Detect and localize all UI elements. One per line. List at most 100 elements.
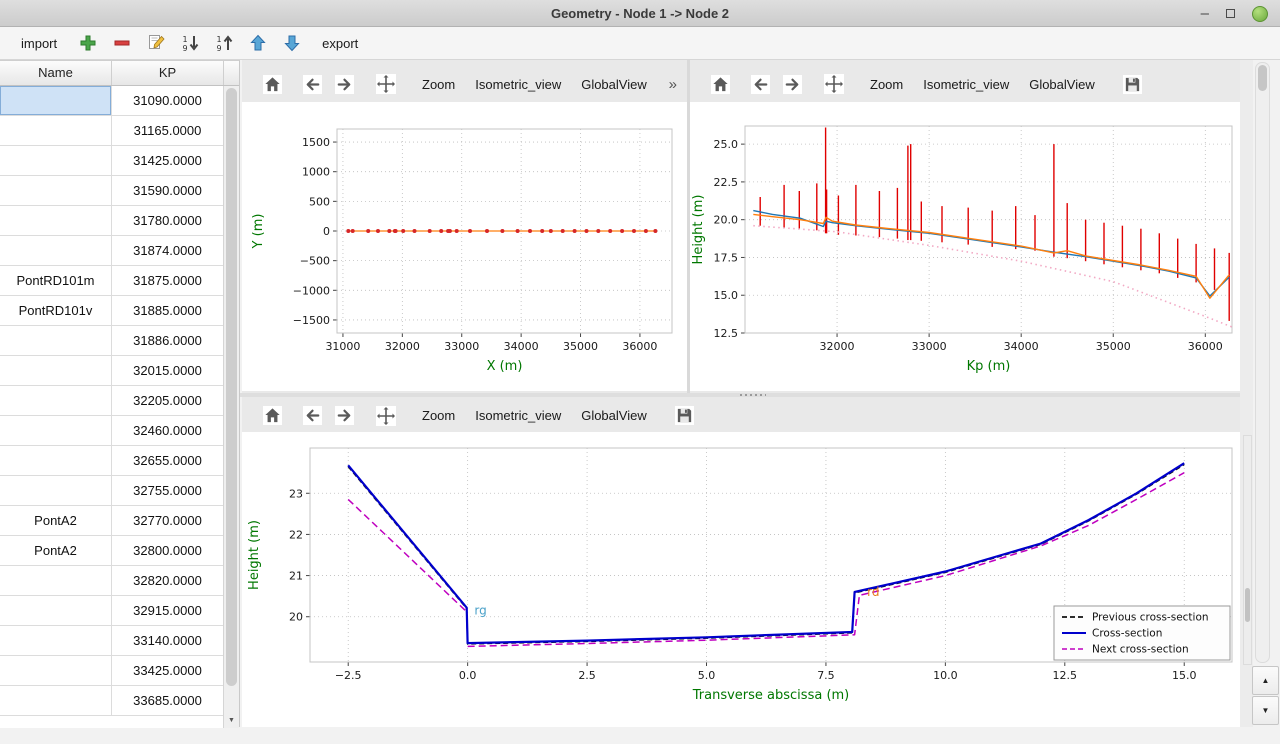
table-cell-kp[interactable]: 32800.0000 [112,536,224,566]
sort-descending-button[interactable]: 1 9 [177,31,202,56]
sort-ascending-button[interactable]: 1 9 [211,31,236,56]
table-cell-kp[interactable]: 32015.0000 [112,356,224,386]
table-cell-name[interactable] [0,326,112,356]
table-cell-name[interactable] [0,146,112,176]
cross-section-chart[interactable]: −2.50.02.55.07.510.012.515.020212223Tran… [242,432,1240,727]
table-cell-kp[interactable]: 31886.0000 [112,326,224,356]
move-down-button[interactable] [279,31,304,56]
profile-pan-button[interactable] [818,70,850,98]
table-cell-kp[interactable]: 32655.0000 [112,446,224,476]
export-button[interactable]: export [313,33,367,54]
table-cell-kp[interactable]: 32460.0000 [112,416,224,446]
close-button[interactable] [1252,6,1268,22]
scroll-up-button[interactable]: ▲ [1252,666,1279,695]
table-cell-name[interactable] [0,566,112,596]
table-cell-kp[interactable]: 32755.0000 [112,476,224,506]
table-cell-kp[interactable]: 33685.0000 [112,686,224,716]
cross-section-toolbar: Zoom Isometric_view GlobalView [242,399,1240,432]
plan-forward-button[interactable] [328,70,360,98]
toolbar-overflow-chevrons[interactable]: » [669,76,681,93]
table-cell-name[interactable] [0,596,112,626]
table-cell-kp[interactable]: 31425.0000 [112,146,224,176]
xsec-isometric-view-button[interactable]: Isometric_view [465,402,571,429]
table-cell-name[interactable] [0,656,112,686]
table-cell-name[interactable]: PontA2 [0,506,112,536]
profile-back-button[interactable] [744,70,776,98]
scroll-down-button[interactable]: ▼ [1252,696,1279,725]
profile-zoom-button[interactable]: Zoom [860,71,913,98]
column-header-name[interactable]: Name [0,61,112,85]
plan-zoom-button[interactable]: Zoom [412,71,465,98]
profile-isometric-view-button[interactable]: Isometric_view [913,71,1019,98]
table-cell-kp[interactable]: 32820.0000 [112,566,224,596]
table-cell-kp[interactable]: 31165.0000 [112,116,224,146]
plan-pan-button[interactable] [370,70,402,98]
table-scroll-down-icon[interactable]: ▼ [224,713,239,727]
bottom-plot-scrollbar-thumb[interactable] [1245,588,1250,622]
profile-view-chart[interactable]: 320003300034000350003600012.515.017.520.… [690,102,1240,391]
plan-home-button[interactable] [256,70,288,98]
table-cell-kp[interactable]: 31885.0000 [112,296,224,326]
table-cell-kp[interactable]: 32915.0000 [112,596,224,626]
bottom-plot-scrollbar[interactable] [1243,435,1252,665]
table-cell-name[interactable] [0,446,112,476]
xsec-pan-button[interactable] [370,402,402,430]
table-cell-kp[interactable]: 31875.0000 [112,266,224,296]
table-cell-kp[interactable]: 31090.0000 [112,86,224,116]
xsec-global-view-button[interactable]: GlobalView [571,402,657,429]
add-row-button[interactable] [75,31,100,56]
xsec-back-button[interactable] [296,402,328,430]
import-button[interactable]: import [12,33,66,54]
table-scrollbar-thumb[interactable] [226,88,237,686]
profile-forward-button[interactable] [776,70,808,98]
table-cell-name[interactable] [0,206,112,236]
table-cell-name[interactable] [0,416,112,446]
svg-text:31000: 31000 [325,340,360,353]
table-cell-name[interactable] [0,626,112,656]
plan-global-view-button[interactable]: GlobalView [571,71,657,98]
svg-text:12.5: 12.5 [1053,669,1078,682]
svg-text:1: 1 [182,35,187,44]
minimize-button[interactable]: – [1201,5,1209,22]
move-up-button[interactable] [245,31,270,56]
table-cell-name[interactable] [0,356,112,386]
svg-text:34000: 34000 [504,340,539,353]
remove-row-button[interactable] [109,31,134,56]
table-row: 31165.0000 [0,116,224,146]
table-cell-name[interactable] [0,176,112,206]
xsec-forward-button[interactable] [328,402,360,430]
restore-button[interactable] [1226,9,1235,18]
table-scrollbar[interactable]: ▼ [223,86,239,728]
table-cell-kp[interactable]: 31590.0000 [112,176,224,206]
table-cell-name[interactable] [0,86,112,116]
plan-view-chart[interactable]: 310003200033000340003500036000−1500−1000… [242,102,687,391]
plan-back-button[interactable] [296,70,328,98]
profile-save-button[interactable] [1117,70,1149,98]
profile-global-view-button[interactable]: GlobalView [1019,71,1105,98]
table-cell-kp[interactable]: 32770.0000 [112,506,224,536]
window-scrollbar[interactable] [1255,62,1270,663]
table-cell-name[interactable] [0,476,112,506]
window-scrollbar-thumb[interactable] [1258,65,1267,91]
table-header: Name KP [0,61,239,86]
plan-isometric-view-button[interactable]: Isometric_view [465,71,571,98]
xsec-home-button[interactable] [256,402,288,430]
table-cell-kp[interactable]: 32205.0000 [112,386,224,416]
table-cell-kp[interactable]: 33425.0000 [112,656,224,686]
column-header-kp[interactable]: KP [112,61,224,85]
table-cell-name[interactable]: PontA2 [0,536,112,566]
edit-button[interactable] [143,31,168,56]
table-cell-name[interactable]: PontRD101m [0,266,112,296]
table-cell-name[interactable] [0,236,112,266]
table-cell-name[interactable] [0,686,112,716]
table-cell-kp[interactable]: 31780.0000 [112,206,224,236]
table-cell-name[interactable]: PontRD101v [0,296,112,326]
xsec-save-button[interactable] [669,402,701,430]
table-cell-kp[interactable]: 31874.0000 [112,236,224,266]
titlebar[interactable]: Geometry - Node 1 -> Node 2 – [0,0,1280,27]
profile-home-button[interactable] [704,70,736,98]
table-cell-name[interactable] [0,386,112,416]
table-cell-kp[interactable]: 33140.0000 [112,626,224,656]
table-cell-name[interactable] [0,116,112,146]
xsec-zoom-button[interactable]: Zoom [412,402,465,429]
